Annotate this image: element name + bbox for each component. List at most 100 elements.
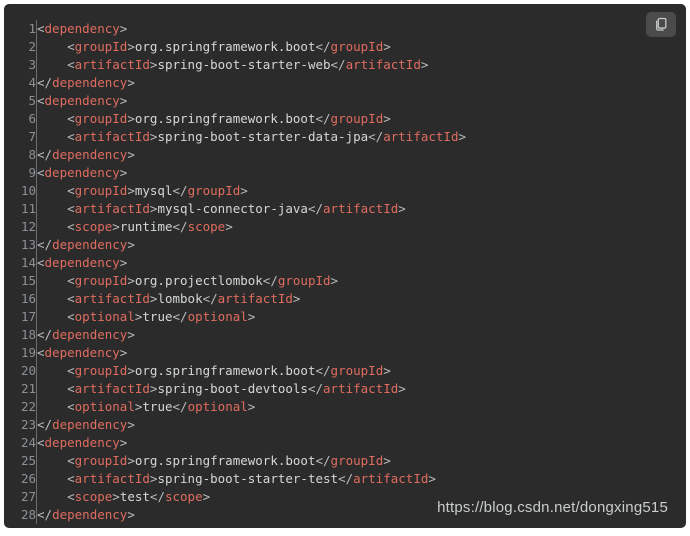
code-line: 21 <artifactId>spring-boot-devtools</art… — [4, 380, 466, 398]
token-p: > — [127, 507, 135, 522]
token-p: > — [420, 57, 429, 72]
code-line: 4 </dependency> — [4, 74, 466, 92]
line-number: 10 — [4, 182, 37, 200]
code-line: 14 <dependency> — [4, 254, 466, 272]
code-scroll-area[interactable]: 1 <dependency> 2 <groupId>org.springframew… — [4, 20, 686, 528]
token-tag: groupId — [74, 453, 128, 468]
token-tag: dependency — [44, 93, 120, 108]
line-number: 16 — [4, 290, 37, 308]
code-line: 8 </dependency> — [4, 146, 466, 164]
token-tag: groupId — [330, 363, 384, 378]
token-p: > — [383, 39, 391, 54]
token-p: </ — [37, 75, 53, 90]
token-p: > — [127, 237, 135, 252]
token-p: > — [240, 183, 248, 198]
token-p: > — [127, 453, 135, 468]
line-number: 12 — [4, 218, 37, 236]
code-line: 10 <groupId>mysql</groupId> — [4, 182, 466, 200]
line-source: <groupId>mysql</groupId> — [37, 182, 467, 200]
token-tag: dependency — [44, 345, 120, 360]
code-line: 2 <groupId>org.springframework.boot</gro… — [4, 38, 466, 56]
token-p: < — [67, 399, 75, 414]
token-p: </ — [172, 183, 188, 198]
line-number: 13 — [4, 236, 37, 254]
token-p: > — [119, 255, 128, 270]
code-line: 25 <groupId>org.springframework.boot</gr… — [4, 452, 466, 470]
token-txt: org.projectlombok — [134, 273, 263, 288]
code-line: 12 <scope>runtime</scope> — [4, 218, 466, 236]
token-p: < — [67, 219, 75, 234]
token-tag: groupId — [330, 453, 384, 468]
token-p: < — [67, 39, 75, 54]
code-line: 1 <dependency> — [4, 20, 466, 38]
token-p: > — [398, 201, 406, 216]
line-number: 17 — [4, 308, 37, 326]
line-number: 20 — [4, 362, 37, 380]
line-number: 27 — [4, 488, 37, 506]
code-line: 18 </dependency> — [4, 326, 466, 344]
code-line: 15 <groupId>org.projectlombok</groupId> — [4, 272, 466, 290]
token-p: > — [127, 111, 135, 126]
line-source: <dependency> — [37, 164, 467, 182]
line-number: 9 — [4, 164, 37, 182]
line-number: 11 — [4, 200, 37, 218]
token-p: > — [202, 489, 211, 504]
token-p: </ — [315, 111, 331, 126]
copy-code-button[interactable] — [646, 12, 676, 37]
token-p: </ — [315, 39, 331, 54]
token-p: < — [37, 345, 45, 360]
token-txt: org.springframework.boot — [134, 111, 316, 126]
token-txt: spring-boot-devtools — [157, 381, 308, 396]
line-number: 24 — [4, 434, 37, 452]
code-line: 7 <artifactId>spring-boot-starter-data-j… — [4, 128, 466, 146]
token-tag: dependency — [44, 435, 120, 450]
line-number: 4 — [4, 74, 37, 92]
line-source: <groupId>org.springframework.boot</group… — [37, 452, 467, 470]
token-tag: scope — [74, 489, 113, 504]
token-p: </ — [37, 147, 53, 162]
token-tag: artifactId — [383, 129, 459, 144]
line-source: <optional>true</optional> — [37, 398, 467, 416]
token-txt: mysql — [134, 183, 173, 198]
line-source: <dependency> — [37, 434, 467, 452]
token-tag: groupId — [74, 273, 128, 288]
token-tag: dependency — [52, 327, 128, 342]
code-table: 1 <dependency> 2 <groupId>org.springframew… — [4, 20, 466, 524]
code-line: 6 <groupId>org.springframework.boot</gro… — [4, 110, 466, 128]
token-p: < — [37, 93, 45, 108]
line-number: 8 — [4, 146, 37, 164]
token-p: < — [67, 129, 75, 144]
code-line: 16 <artifactId>lombok</artifactId> — [4, 290, 466, 308]
line-source: </dependency> — [37, 416, 467, 434]
token-p: </ — [37, 507, 53, 522]
token-p: < — [67, 183, 75, 198]
line-number: 15 — [4, 272, 37, 290]
line-source: </dependency> — [37, 326, 467, 344]
line-number: 6 — [4, 110, 37, 128]
token-p: > — [127, 363, 135, 378]
token-p: > — [119, 345, 128, 360]
token-p: </ — [149, 489, 165, 504]
token-p: </ — [172, 309, 188, 324]
line-source: <artifactId>mysql-connector-java</artifa… — [37, 200, 467, 218]
token-p: > — [119, 435, 128, 450]
token-p: > — [119, 93, 128, 108]
token-tag: optional — [187, 309, 248, 324]
token-p: > — [119, 21, 128, 36]
line-source: <dependency> — [37, 92, 467, 110]
token-p: < — [67, 291, 75, 306]
token-p: < — [67, 273, 75, 288]
token-p: > — [383, 363, 391, 378]
token-p: </ — [37, 237, 53, 252]
token-tag: artifactId — [74, 201, 150, 216]
